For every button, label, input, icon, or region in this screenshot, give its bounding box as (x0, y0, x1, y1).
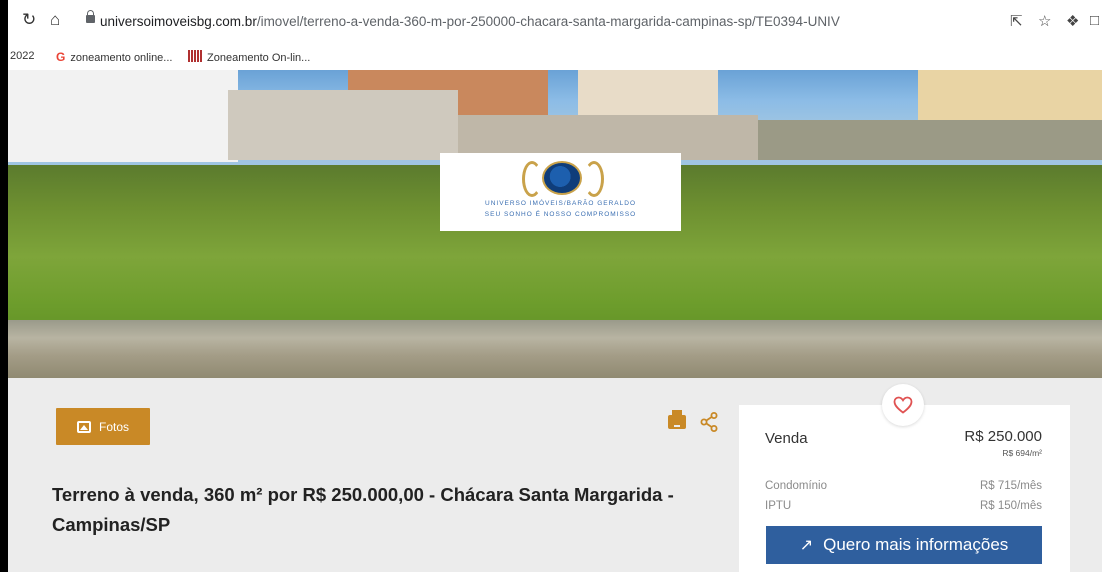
white-wall (8, 70, 238, 162)
lock-icon[interactable] (86, 10, 95, 23)
bookmark-item[interactable]: Gzoneamento online... (56, 50, 172, 64)
condominio-value: R$ 715/mês (979, 480, 1042, 492)
barcode-icon (188, 50, 202, 62)
listing-title: Terreno à venda, 360 m² por R$ 250.000,0… (52, 484, 674, 535)
bookmark-item[interactable]: 2022 (10, 50, 34, 62)
condominio-label: Condomínio (765, 480, 828, 492)
share-icon[interactable]: ⇱ (1010, 12, 1023, 30)
street-curb (8, 320, 1102, 378)
fotos-label: Fotos (98, 419, 129, 434)
send-icon: ↗ (799, 537, 814, 554)
concrete-wall (228, 90, 458, 160)
listing-tools (668, 409, 718, 433)
star-icon[interactable]: ☆ (1038, 12, 1051, 30)
venda-value: R$ 250.000 (964, 428, 1042, 445)
reload-icon[interactable]: ↻ (22, 10, 36, 30)
background-house (578, 70, 718, 116)
iptu-label: IPTU (765, 500, 792, 512)
home-icon[interactable]: ⌂ (50, 10, 60, 30)
laurel-right-icon (584, 161, 604, 197)
heart-icon (893, 396, 913, 414)
url-field[interactable]: universoimoveisbg.com.br/imovel/terreno-… (100, 14, 840, 29)
property-photo[interactable]: UNIVERSO IMÓVEIS/BARÃO GERALDO SEU SONHO… (8, 70, 1102, 378)
laurel-left-icon (522, 161, 542, 197)
more-info-label: Quero mais informações (823, 535, 1009, 554)
bookmark-item[interactable]: Zoneamento On-lin... (188, 50, 310, 64)
address-bar: ↻ ⌂ universoimoveisbg.com.br/imovel/terr… (8, 0, 1102, 44)
back-wall (758, 120, 1102, 160)
price-per-m2: R$ 694/m² (1002, 448, 1042, 458)
fotos-button[interactable]: Fotos (56, 408, 150, 445)
logo-line-1: UNIVERSO IMÓVEIS/BARÃO GERALDO (485, 200, 636, 207)
iptu-value: R$ 150/mês (979, 500, 1042, 512)
bookmark-label: Zoneamento On-lin... (207, 52, 311, 64)
extensions-icon[interactable]: ❖ (1066, 12, 1079, 30)
print-icon[interactable] (668, 409, 686, 429)
url-host: universoimoveisbg.com.br (100, 14, 257, 29)
image-icon (76, 420, 91, 433)
agency-logo: UNIVERSO IMÓVEIS/BARÃO GERALDO SEU SONHO… (440, 153, 681, 231)
window-icon[interactable]: □ (1090, 12, 1099, 29)
venda-label: Venda (765, 430, 808, 447)
bookmarks-bar: 2022 Gzoneamento online... Zoneamento On… (8, 44, 1102, 70)
more-info-button[interactable]: ↗ Quero mais informações (766, 526, 1042, 564)
share-nodes-icon[interactable] (700, 411, 718, 432)
url-path: /imovel/terreno-a-venda-360-m-por-250000… (256, 14, 840, 29)
logo-line-2: SEU SONHO É NOSSO COMPROMISSO (484, 211, 637, 218)
bookmark-label: zoneamento online... (70, 52, 173, 64)
browser-window: ↻ ⌂ universoimoveisbg.com.br/imovel/terr… (0, 0, 1102, 572)
favorite-button[interactable] (882, 384, 924, 426)
globe-icon (542, 161, 582, 195)
google-icon: G (56, 50, 66, 64)
